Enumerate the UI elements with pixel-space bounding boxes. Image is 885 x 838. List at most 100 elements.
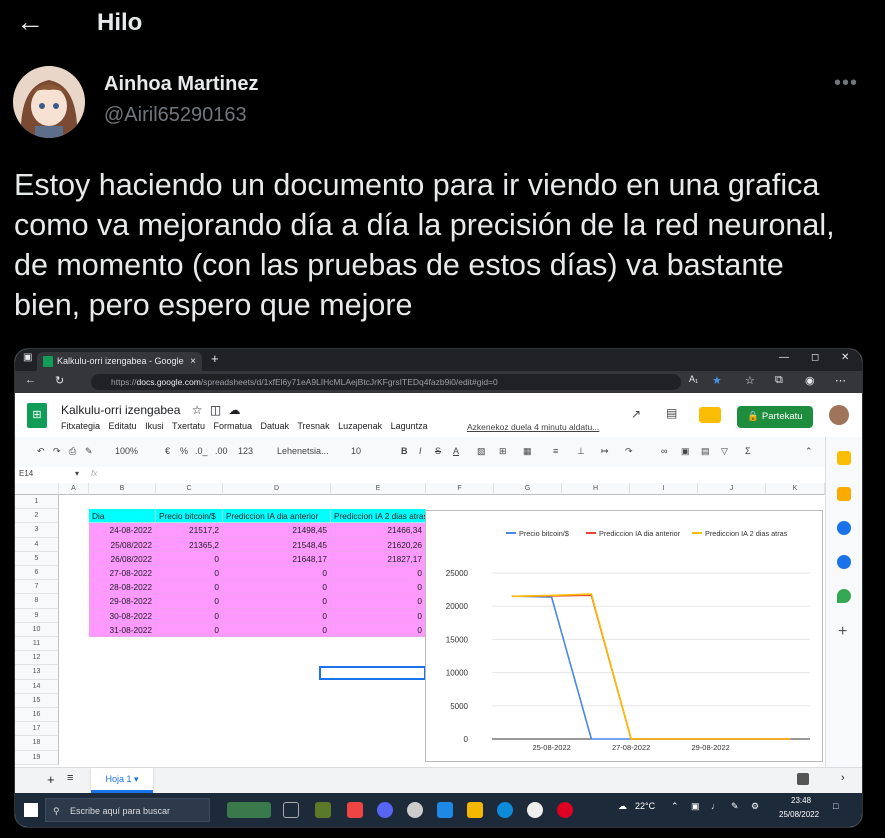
network-icon[interactable]: ▣ — [691, 801, 700, 812]
functions-icon[interactable]: Σ — [745, 446, 751, 456]
table-cell[interactable]: 21517,2 — [156, 523, 223, 538]
column-header[interactable]: A — [59, 483, 89, 495]
notifications-icon[interactable]: □ — [833, 801, 838, 811]
percent-button[interactable]: % — [180, 446, 188, 456]
table-cell[interactable]: 31-08-2022 — [89, 622, 156, 637]
pen-icon[interactable]: ✎ — [731, 801, 739, 812]
chart-icon[interactable]: ▤ — [701, 446, 710, 457]
table-cell[interactable]: 28-08-2022 — [89, 580, 156, 595]
calendar-icon[interactable] — [837, 451, 851, 465]
table-cell[interactable]: 0 — [331, 580, 426, 595]
tasks-icon[interactable] — [837, 521, 851, 535]
bold-button[interactable]: B — [401, 446, 408, 456]
clock-date[interactable]: 25/08/2022 — [779, 810, 819, 819]
read-aloud-icon[interactable]: A₁ — [689, 374, 698, 384]
table-cell[interactable]: 27-08-2022 — [89, 566, 156, 581]
table-cell[interactable]: 21648,17 — [223, 551, 331, 566]
menu-item[interactable]: Formatua — [213, 421, 252, 431]
table-cell[interactable]: 0 — [156, 580, 223, 595]
volume-icon[interactable]: ♩ — [711, 801, 720, 811]
menu-item[interactable]: Luzapenak — [338, 421, 382, 431]
document-title[interactable]: Kalkulu-orri izengabea ☆ ◫ ☁ — [61, 403, 241, 417]
close-tab-icon[interactable]: × — [190, 352, 196, 371]
table-cell[interactable]: 21498,45 — [223, 523, 331, 538]
language-icon[interactable]: ⚙ — [751, 801, 759, 812]
reload-icon[interactable]: ↻ — [55, 374, 64, 387]
table-cell[interactable]: 21365,2 — [156, 537, 223, 552]
row-header[interactable]: 5 — [15, 551, 59, 566]
minimize-icon[interactable]: — — [779, 352, 789, 363]
table-cell[interactable]: 21620,26 — [331, 537, 426, 552]
row-header[interactable]: 15 — [15, 693, 59, 708]
table-cell[interactable]: 0 — [156, 566, 223, 581]
row-header[interactable]: 11 — [15, 637, 59, 652]
align-icon[interactable]: ≡ — [553, 446, 558, 456]
share-button[interactable]: 🔒 Partekatu — [737, 406, 813, 428]
steam-icon[interactable] — [527, 802, 543, 818]
minecraft-icon[interactable] — [315, 802, 331, 818]
taskbar-search[interactable]: ⚲ Escribe aquí para buscar — [45, 798, 210, 822]
row-header[interactable]: 6 — [15, 566, 59, 581]
account-avatar[interactable] — [829, 405, 849, 425]
clock-time[interactable]: 23:48 — [791, 796, 811, 805]
row-header[interactable]: 17 — [15, 722, 59, 737]
close-window-icon[interactable]: ✕ — [841, 352, 849, 363]
weather-temp[interactable]: 22°C — [635, 801, 655, 811]
row-header[interactable]: 14 — [15, 679, 59, 694]
strikethrough-button[interactable]: S — [435, 446, 441, 456]
table-cell[interactable]: 0 — [223, 580, 331, 595]
print-icon[interactable]: ⎙ — [69, 446, 76, 457]
table-cell[interactable]: 24-08-2022 — [89, 523, 156, 538]
font-select[interactable]: Lehenetsia... — [277, 446, 329, 456]
paint-format-icon[interactable]: ✎ — [85, 446, 93, 457]
table-cell[interactable]: 0 — [331, 608, 426, 623]
sheets-logo-icon[interactable]: ⊞ — [27, 403, 47, 428]
table-cell[interactable]: 0 — [331, 566, 426, 581]
add-sheet-icon[interactable]: + — [47, 772, 55, 787]
menu-item[interactable]: Laguntza — [391, 421, 428, 431]
row-header[interactable]: 10 — [15, 622, 59, 637]
explore-icon[interactable] — [797, 773, 809, 785]
column-header[interactable]: K — [766, 483, 825, 495]
decrease-decimal-button[interactable]: .0_ — [195, 446, 208, 456]
collections-icon[interactable]: ⧉ — [775, 374, 783, 387]
table-cell[interactable]: 0 — [156, 608, 223, 623]
filter-icon[interactable]: ▽ — [721, 446, 728, 457]
column-header[interactable]: C — [156, 483, 223, 495]
comments-icon[interactable]: ▤ — [666, 406, 677, 420]
row-header[interactable]: 9 — [15, 608, 59, 623]
menu-item[interactable]: Editatu — [109, 421, 137, 431]
select-all-corner[interactable] — [15, 483, 59, 495]
last-edit-link[interactable]: Azkenekoz duela 4 minutu aldatu... — [467, 422, 599, 432]
vscode-icon[interactable] — [437, 802, 453, 818]
wrap-icon[interactable]: ↦ — [601, 446, 609, 457]
row-header[interactable]: 13 — [15, 665, 59, 680]
app-icon[interactable] — [347, 802, 363, 818]
text-color-button[interactable]: A — [453, 446, 459, 456]
cloud-status-icon[interactable]: ☁ — [229, 403, 241, 417]
tweet-image[interactable]: ▣ Kalkulu-orri izengabea - Google × + — … — [14, 348, 863, 828]
table-cell[interactable]: 0 — [223, 594, 331, 609]
column-header[interactable]: E — [331, 483, 426, 495]
discord-icon[interactable] — [377, 802, 393, 818]
font-size-select[interactable]: 10 — [351, 446, 361, 456]
profile-icon[interactable]: ◉ — [805, 374, 815, 387]
menu-item[interactable]: Ikusi — [145, 421, 164, 431]
edge-icon[interactable] — [497, 802, 513, 818]
number-format-select[interactable]: 123 — [238, 446, 253, 456]
table-cell[interactable]: 21466,34 — [331, 523, 426, 538]
name-box[interactable]: E14 — [19, 469, 33, 478]
table-cell[interactable]: Prediccion IA dia anterior — [223, 509, 331, 524]
row-header[interactable]: 19 — [15, 750, 59, 765]
add-addon-icon[interactable]: + — [838, 623, 847, 641]
row-header[interactable]: 4 — [15, 537, 59, 552]
star-icon[interactable]: ☆ — [192, 403, 203, 417]
column-header[interactable]: G — [494, 483, 562, 495]
column-header[interactable]: I — [630, 483, 698, 495]
menu-item[interactable]: Tresnak — [297, 421, 329, 431]
favorites-icon[interactable]: ☆ — [745, 374, 755, 387]
author-handle[interactable]: @Airil65290163 — [104, 104, 247, 127]
opera-icon[interactable] — [557, 802, 573, 818]
redo-icon[interactable]: ↷ — [53, 446, 61, 457]
favorite-star-icon[interactable]: ★ — [712, 374, 722, 387]
